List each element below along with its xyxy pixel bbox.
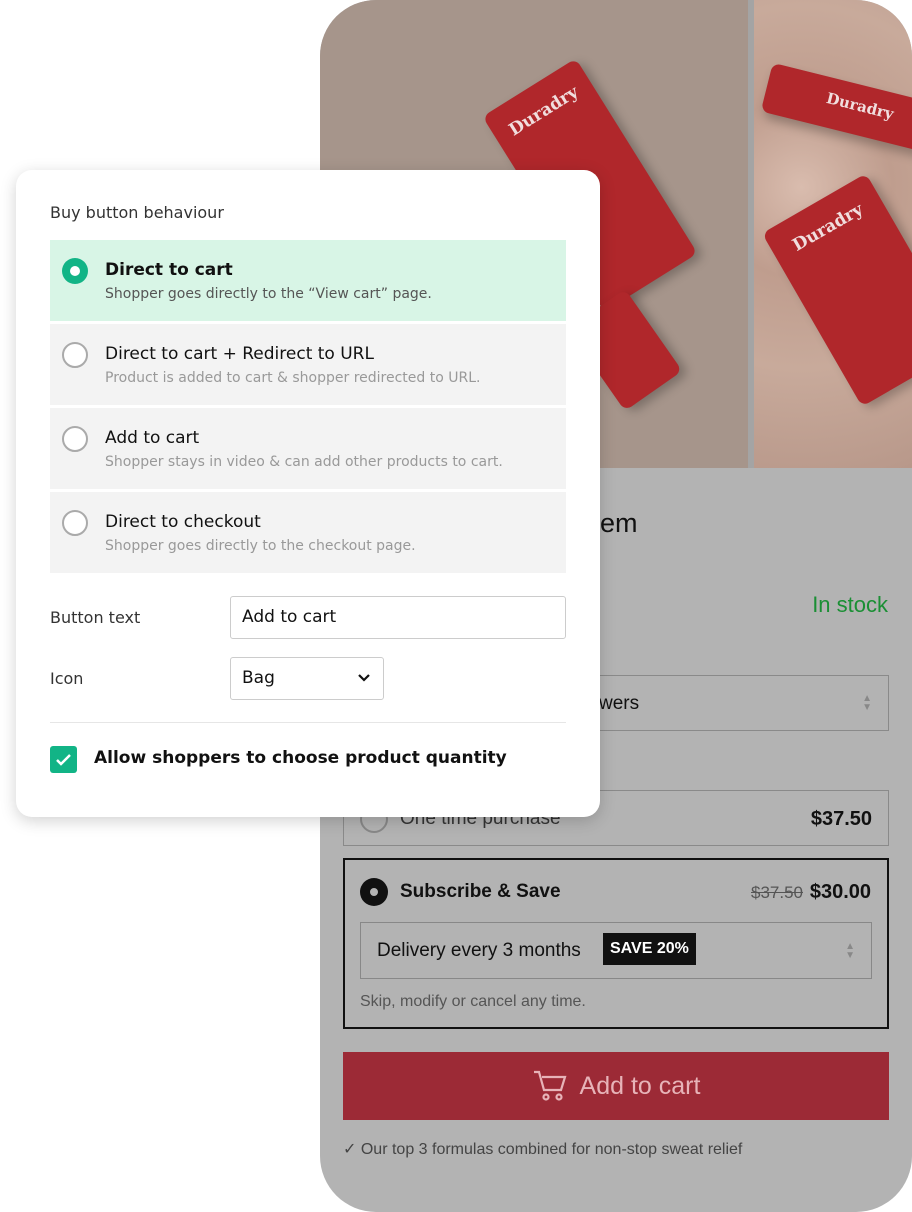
tube-brand: Duradry: [824, 89, 896, 124]
icon-label: Icon: [50, 669, 84, 688]
icon-select[interactable]: Bag: [230, 657, 384, 700]
product-benefit: ✓ Our top 3 formulas combined for non-st…: [343, 1139, 742, 1159]
option-label: Subscribe & Save: [400, 881, 561, 902]
delivery-frequency-select[interactable]: Delivery every 3 months SAVE 20% ▲ ▼: [360, 922, 872, 979]
quantity-checkbox-label: Allow shoppers to choose product quantit…: [94, 748, 507, 768]
benefit-text: Our top 3 formulas combined for non-stop…: [360, 1141, 743, 1158]
tube-brand: Duradry: [789, 199, 867, 256]
add-to-cart-label: Add to cart: [579, 1071, 701, 1100]
radio-selected-icon: [360, 878, 388, 906]
sort-arrows-icon: ▲ ▼: [845, 940, 855, 961]
icon-select-value: Bag: [242, 668, 275, 688]
buy-button-settings-panel: Buy button behaviour Direct to cart Shop…: [16, 170, 600, 817]
price: $30.00: [809, 881, 871, 903]
product-tube: Duradry: [760, 62, 912, 158]
chevron-down-icon: [358, 674, 370, 682]
variant-value: wers: [599, 693, 640, 714]
price: $37.50: [810, 808, 872, 830]
option-add-to-cart[interactable]: Add to cart Shopper stays in video & can…: [50, 408, 566, 489]
check-icon: ✓: [343, 1141, 361, 1158]
button-text-label: Button text: [50, 608, 141, 627]
cart-icon: [533, 1070, 567, 1101]
option-direct-to-cart[interactable]: Direct to cart Shopper goes directly to …: [50, 240, 566, 321]
product-title: em: [600, 508, 638, 538]
button-text-input[interactable]: Add to cart: [230, 596, 566, 639]
subscribe-note: Skip, modify or cancel any time.: [360, 993, 586, 1010]
divider: [50, 722, 566, 723]
option-label: Direct to cart: [105, 260, 233, 280]
option-direct-to-checkout[interactable]: Direct to checkout Shopper goes directly…: [50, 492, 566, 573]
checkmark-icon: [56, 754, 71, 766]
subscribe-option[interactable]: Subscribe & Save $37.50 $30.00 Delivery …: [343, 858, 889, 1029]
product-tube: Duradry: [762, 173, 912, 407]
option-description: Shopper goes directly to the “View cart”…: [105, 286, 432, 302]
tube-brand: Duradry: [505, 82, 583, 141]
option-description: Product is added to cart & shopper redir…: [105, 370, 481, 386]
quantity-checkbox[interactable]: [50, 746, 77, 773]
radio-icon: [62, 342, 88, 368]
product-image-secondary: Duradry Duradry: [754, 0, 912, 468]
option-label: Direct to cart + Redirect to URL: [105, 344, 374, 364]
option-direct-to-cart-redirect[interactable]: Direct to cart + Redirect to URL Product…: [50, 324, 566, 405]
save-badge: SAVE 20%: [603, 933, 696, 965]
delivery-value: Delivery every 3 months: [377, 940, 581, 961]
sort-arrows-icon: ▲ ▼: [862, 693, 872, 713]
option-description: Shopper stays in video & can add other p…: [105, 454, 503, 470]
section-title: Buy button behaviour: [50, 203, 224, 222]
stock-status: In stock: [812, 592, 888, 617]
old-price: $37.50: [751, 883, 803, 902]
option-description: Shopper goes directly to the checkout pa…: [105, 538, 416, 554]
radio-icon: [62, 510, 88, 536]
option-label: Direct to checkout: [105, 512, 261, 532]
radio-selected-icon: [62, 258, 88, 284]
add-to-cart-button[interactable]: Add to cart: [343, 1052, 889, 1120]
radio-icon: [62, 426, 88, 452]
option-label: Add to cart: [105, 428, 200, 448]
